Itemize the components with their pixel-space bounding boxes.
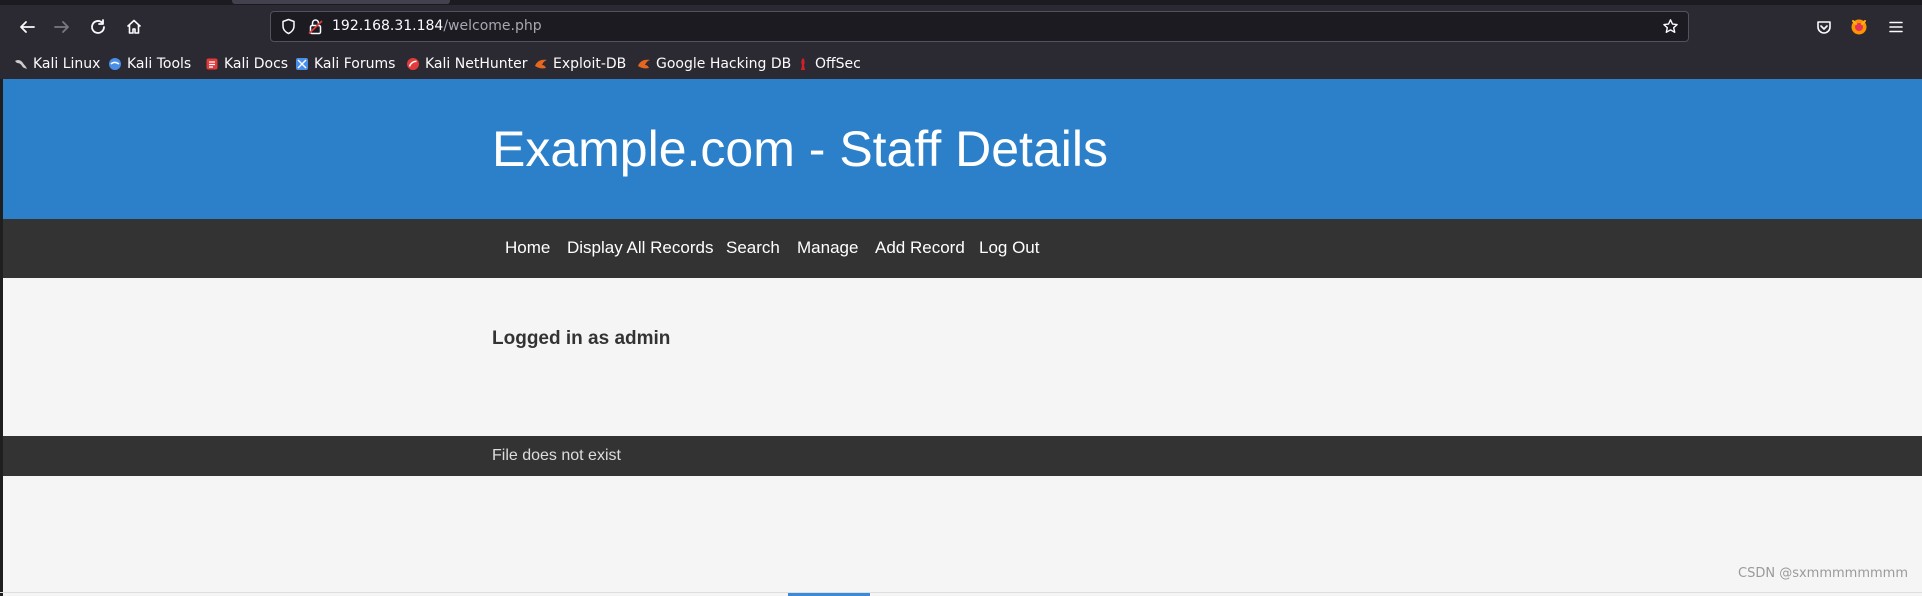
bookmark-label: Kali Forums — [314, 56, 396, 72]
nav-home[interactable]: Home — [505, 238, 550, 258]
footer-message: File does not exist — [492, 447, 621, 464]
bookmark-kali-linux[interactable]: Kali Linux — [14, 53, 100, 75]
offsec-icon — [801, 58, 805, 70]
back-button[interactable] — [13, 13, 41, 41]
firefox-account-icon — [1851, 19, 1867, 35]
pocket-button[interactable] — [1810, 13, 1838, 41]
web-page: Example.com - Staff Details Home Display… — [0, 79, 1922, 596]
bookmark-kali-nethunter[interactable]: Kali NetHunter — [406, 53, 527, 75]
reload-icon — [91, 19, 105, 34]
bookmark-kali-forums[interactable]: Kali Forums — [295, 53, 395, 75]
kali-docs-icon — [206, 58, 218, 70]
address-bar[interactable]: 192.168.31.184/welcome.php — [270, 11, 1689, 42]
ghdb-icon — [638, 59, 650, 69]
account-button[interactable] — [1845, 13, 1873, 41]
bookmark-label: Kali Tools — [127, 56, 192, 72]
bookmark-label: Kali Docs — [224, 56, 289, 72]
hamburger-menu-icon — [1889, 21, 1903, 33]
active-tab[interactable] — [232, 0, 450, 4]
bookmark-label: Kali Linux — [33, 56, 101, 72]
bookmark-google-hacking-db[interactable]: Google Hacking DB — [637, 53, 791, 75]
url-text[interactable]: 192.168.31.184/welcome.php — [332, 18, 542, 34]
reload-button[interactable] — [84, 13, 112, 41]
page-title: Example.com - Staff Details — [492, 121, 1108, 177]
page-bottom-divider — [0, 592, 1922, 593]
bookmark-label: Exploit-DB — [553, 56, 627, 72]
bookmarks-toolbar: Kali Linux Kali Tools Kali Docs Kali For… — [0, 48, 1922, 79]
bookmark-kali-docs[interactable]: Kali Docs — [205, 53, 288, 75]
nav-display-all-records[interactable]: Display All Records — [567, 238, 713, 258]
url-path: /welcome.php — [443, 18, 542, 34]
watermark: CSDN @sxmmmmmmmm — [1738, 566, 1908, 581]
nav-log-out[interactable]: Log Out — [979, 238, 1040, 258]
kali-dragon-icon — [15, 59, 27, 69]
exploit-db-icon — [535, 59, 547, 69]
home-button[interactable] — [120, 13, 148, 41]
arrow-left-icon — [20, 21, 35, 33]
kali-tools-icon — [109, 58, 121, 70]
site-header: Example.com - Staff Details — [3, 79, 1922, 219]
pocket-icon — [1817, 21, 1831, 34]
kali-forums-icon — [296, 58, 308, 70]
lock-icon[interactable] — [307, 18, 324, 35]
bookmark-exploit-db[interactable]: Exploit-DB — [534, 53, 626, 75]
nav-manage[interactable]: Manage — [797, 238, 858, 258]
bookmark-label: Kali NetHunter — [425, 56, 528, 72]
browser-toolbar: 192.168.31.184/welcome.php — [0, 0, 1922, 48]
forward-button[interactable] — [48, 13, 76, 41]
site-nav: Home Display All Records Search Manage A… — [3, 219, 1922, 278]
url-host: 192.168.31.184 — [332, 18, 444, 34]
nav-search[interactable]: Search — [726, 238, 780, 258]
nethunter-icon — [407, 58, 419, 70]
nav-add-record[interactable]: Add Record — [875, 238, 965, 258]
bookmark-kali-tools[interactable]: Kali Tools — [108, 53, 191, 75]
bookmark-label: OffSec — [815, 56, 861, 72]
login-status: Logged in as admin — [492, 328, 671, 349]
menu-button[interactable] — [1882, 13, 1910, 41]
bookmark-label: Google Hacking DB — [656, 56, 792, 72]
star-icon[interactable] — [1662, 18, 1679, 35]
bookmark-offsec[interactable]: OffSec — [796, 53, 861, 75]
shield-icon[interactable] — [280, 18, 297, 35]
arrow-right-icon — [54, 21, 69, 33]
site-footer: File does not exist — [3, 436, 1922, 476]
home-icon — [126, 19, 142, 34]
